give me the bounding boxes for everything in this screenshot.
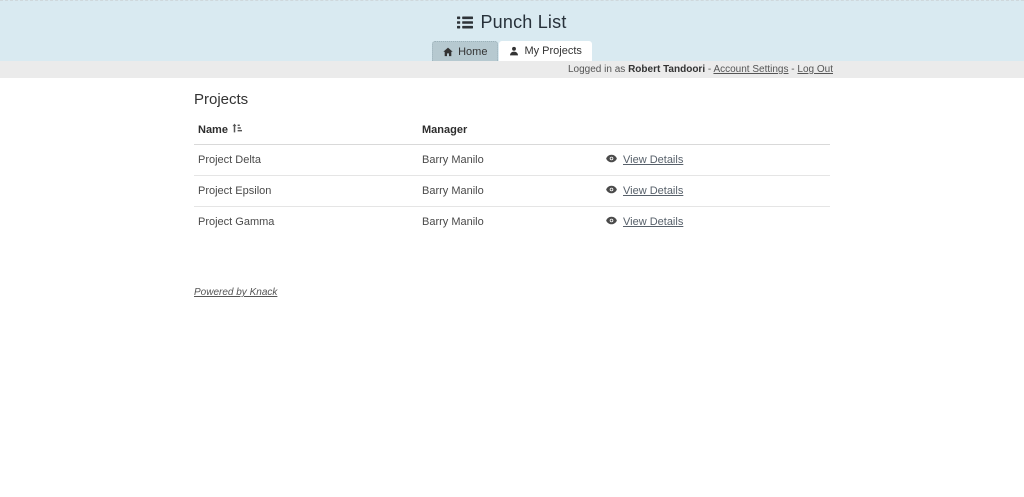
cell-project-name: Project Gamma	[194, 207, 418, 238]
powered-by-knack-link[interactable]: Powered by Knack	[194, 287, 277, 298]
cell-manager: Barry Manilo	[418, 207, 602, 238]
view-details-link[interactable]: View Details	[623, 185, 683, 197]
main-content: Projects Name	[191, 91, 833, 300]
table-row: Project Gamma Barry Manilo View Details	[194, 207, 830, 238]
table-header-row: Name Manager	[194, 117, 830, 145]
logged-in-user: Robert Tandoori	[628, 64, 705, 75]
sort-icon	[232, 123, 242, 136]
table-row: Project Epsilon Barry Manilo View Detail…	[194, 176, 830, 207]
tab-bar: Home My Projects	[0, 41, 1024, 61]
cell-project-name: Project Delta	[194, 145, 418, 176]
cell-manager: Barry Manilo	[418, 176, 602, 207]
cell-actions: View Details	[602, 176, 830, 207]
cell-project-name: Project Epsilon	[194, 176, 418, 207]
session-bar: Logged in as Robert Tandoori - Account S…	[0, 61, 1024, 78]
view-heading: Projects	[194, 91, 830, 108]
page-title: Punch List	[0, 1, 1024, 33]
sort-by-name[interactable]: Name	[198, 123, 242, 136]
tab-home-label: Home	[458, 46, 487, 58]
separator: -	[708, 64, 711, 75]
eye-icon	[606, 216, 617, 228]
projects-table: Name Manager Pr	[194, 117, 830, 237]
separator: -	[791, 64, 794, 75]
view-details-link[interactable]: View Details	[623, 216, 683, 228]
tab-my-projects-label: My Projects	[524, 45, 581, 57]
tab-home[interactable]: Home	[432, 41, 498, 61]
column-header-name: Name	[194, 117, 418, 145]
table-row: Project Delta Barry Manilo View Details	[194, 145, 830, 176]
eye-icon	[606, 185, 617, 197]
column-header-actions	[602, 117, 830, 145]
user-icon	[509, 46, 519, 56]
list-icon	[457, 15, 473, 30]
app-header: Punch List Home My Projects	[0, 0, 1024, 61]
cell-actions: View Details	[602, 145, 830, 176]
column-header-manager: Manager	[418, 117, 602, 145]
app-title-text: Punch List	[480, 12, 566, 33]
cell-manager: Barry Manilo	[418, 145, 602, 176]
eye-icon	[606, 154, 617, 166]
log-out-link[interactable]: Log Out	[797, 64, 833, 75]
view-details-link[interactable]: View Details	[623, 154, 683, 166]
logged-in-text: Logged in as Robert Tandoori	[568, 64, 705, 75]
tab-my-projects[interactable]: My Projects	[499, 41, 591, 61]
cell-actions: View Details	[602, 207, 830, 238]
home-icon	[443, 47, 453, 57]
account-settings-link[interactable]: Account Settings	[713, 64, 788, 75]
